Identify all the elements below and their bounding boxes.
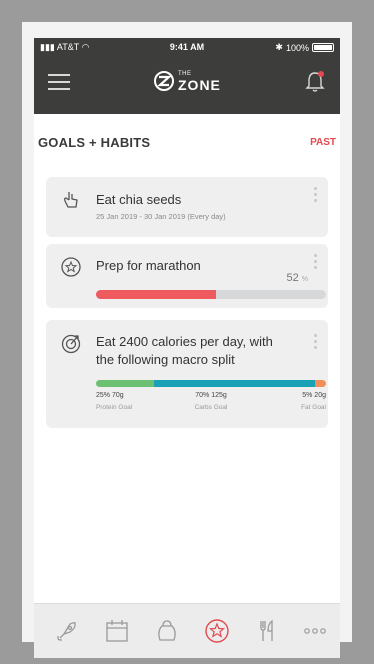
calendar-icon[interactable] xyxy=(104,618,130,644)
zone-logo-icon xyxy=(154,71,174,91)
carbs-label: Carbs Goal xyxy=(194,404,228,411)
goal-title: Prep for marathon xyxy=(96,258,201,273)
app-logo: THE ZONE xyxy=(154,71,224,93)
more-icon[interactable] xyxy=(302,618,328,644)
macro-segment-2 xyxy=(314,380,326,387)
goal-date-range: 25 Jan 2019 - 30 Jan 2019 (Every day) xyxy=(96,212,226,221)
goal-title-line1: Eat 2400 calories per day, with xyxy=(96,334,273,349)
screen-frame: ▮▮▮ AT&T ◠ 9:41 AM ✱ 100% THE ZONE GOALS… xyxy=(22,22,352,658)
more-options-icon[interactable] xyxy=(314,187,318,205)
target-star-icon[interactable] xyxy=(204,618,230,644)
kettlebell-icon[interactable] xyxy=(154,618,180,644)
bottom-tab-bar xyxy=(34,603,340,658)
more-options-icon[interactable] xyxy=(314,254,318,272)
battery-icon xyxy=(312,43,334,52)
status-bar: ▮▮▮ AT&T ◠ 9:41 AM ✱ 100% xyxy=(34,38,340,56)
bluetooth-icon: ✱ xyxy=(275,42,283,52)
goal-card-chia[interactable]: Eat chia seeds 25 Jan 2019 - 30 Jan 2019… xyxy=(46,177,328,237)
macro-segment-1 xyxy=(153,380,315,387)
goal-title-line2: the following macro split xyxy=(96,352,235,367)
goal-title: Eat chia seeds xyxy=(96,192,182,207)
more-options-icon[interactable] xyxy=(314,334,318,352)
macro-segment-0 xyxy=(96,380,154,387)
page-title: GOALS + HABITS xyxy=(38,135,151,150)
progress-fill xyxy=(96,290,216,299)
macro-split-bar xyxy=(96,380,326,387)
progress-percent: 52 % xyxy=(286,272,308,284)
hamburger-menu-icon[interactable] xyxy=(48,74,70,90)
goal-card-marathon[interactable]: Prep for marathon 52 % xyxy=(46,244,328,308)
fork-knife-icon[interactable] xyxy=(254,618,280,644)
logo-main-text: ZONE xyxy=(178,77,221,93)
page-header: GOALS + HABITS PAST xyxy=(34,128,340,152)
hand-pointer-icon xyxy=(64,192,78,208)
fat-value: 5% 20g xyxy=(302,392,326,399)
progress-bar xyxy=(96,290,326,299)
past-link[interactable]: PAST xyxy=(310,137,336,148)
bell-icon[interactable] xyxy=(304,70,326,94)
carbs-value: 70% 125g xyxy=(195,392,227,399)
target-icon xyxy=(61,334,81,354)
battery-status: ✱ 100% xyxy=(275,42,334,53)
target-star-icon xyxy=(61,257,81,277)
protein-label: Protein Goal xyxy=(96,404,133,411)
top-bar: ▮▮▮ AT&T ◠ 9:41 AM ✱ 100% THE ZONE xyxy=(34,38,340,114)
fat-label: Fat Goal xyxy=(301,404,326,411)
protein-value: 25% 70g xyxy=(96,392,124,399)
rocket-icon[interactable] xyxy=(54,618,80,644)
goal-card-calories[interactable]: Eat 2400 calories per day, with the foll… xyxy=(46,320,328,428)
phone-screen: ▮▮▮ AT&T ◠ 9:41 AM ✱ 100% THE ZONE GOALS… xyxy=(34,38,340,658)
